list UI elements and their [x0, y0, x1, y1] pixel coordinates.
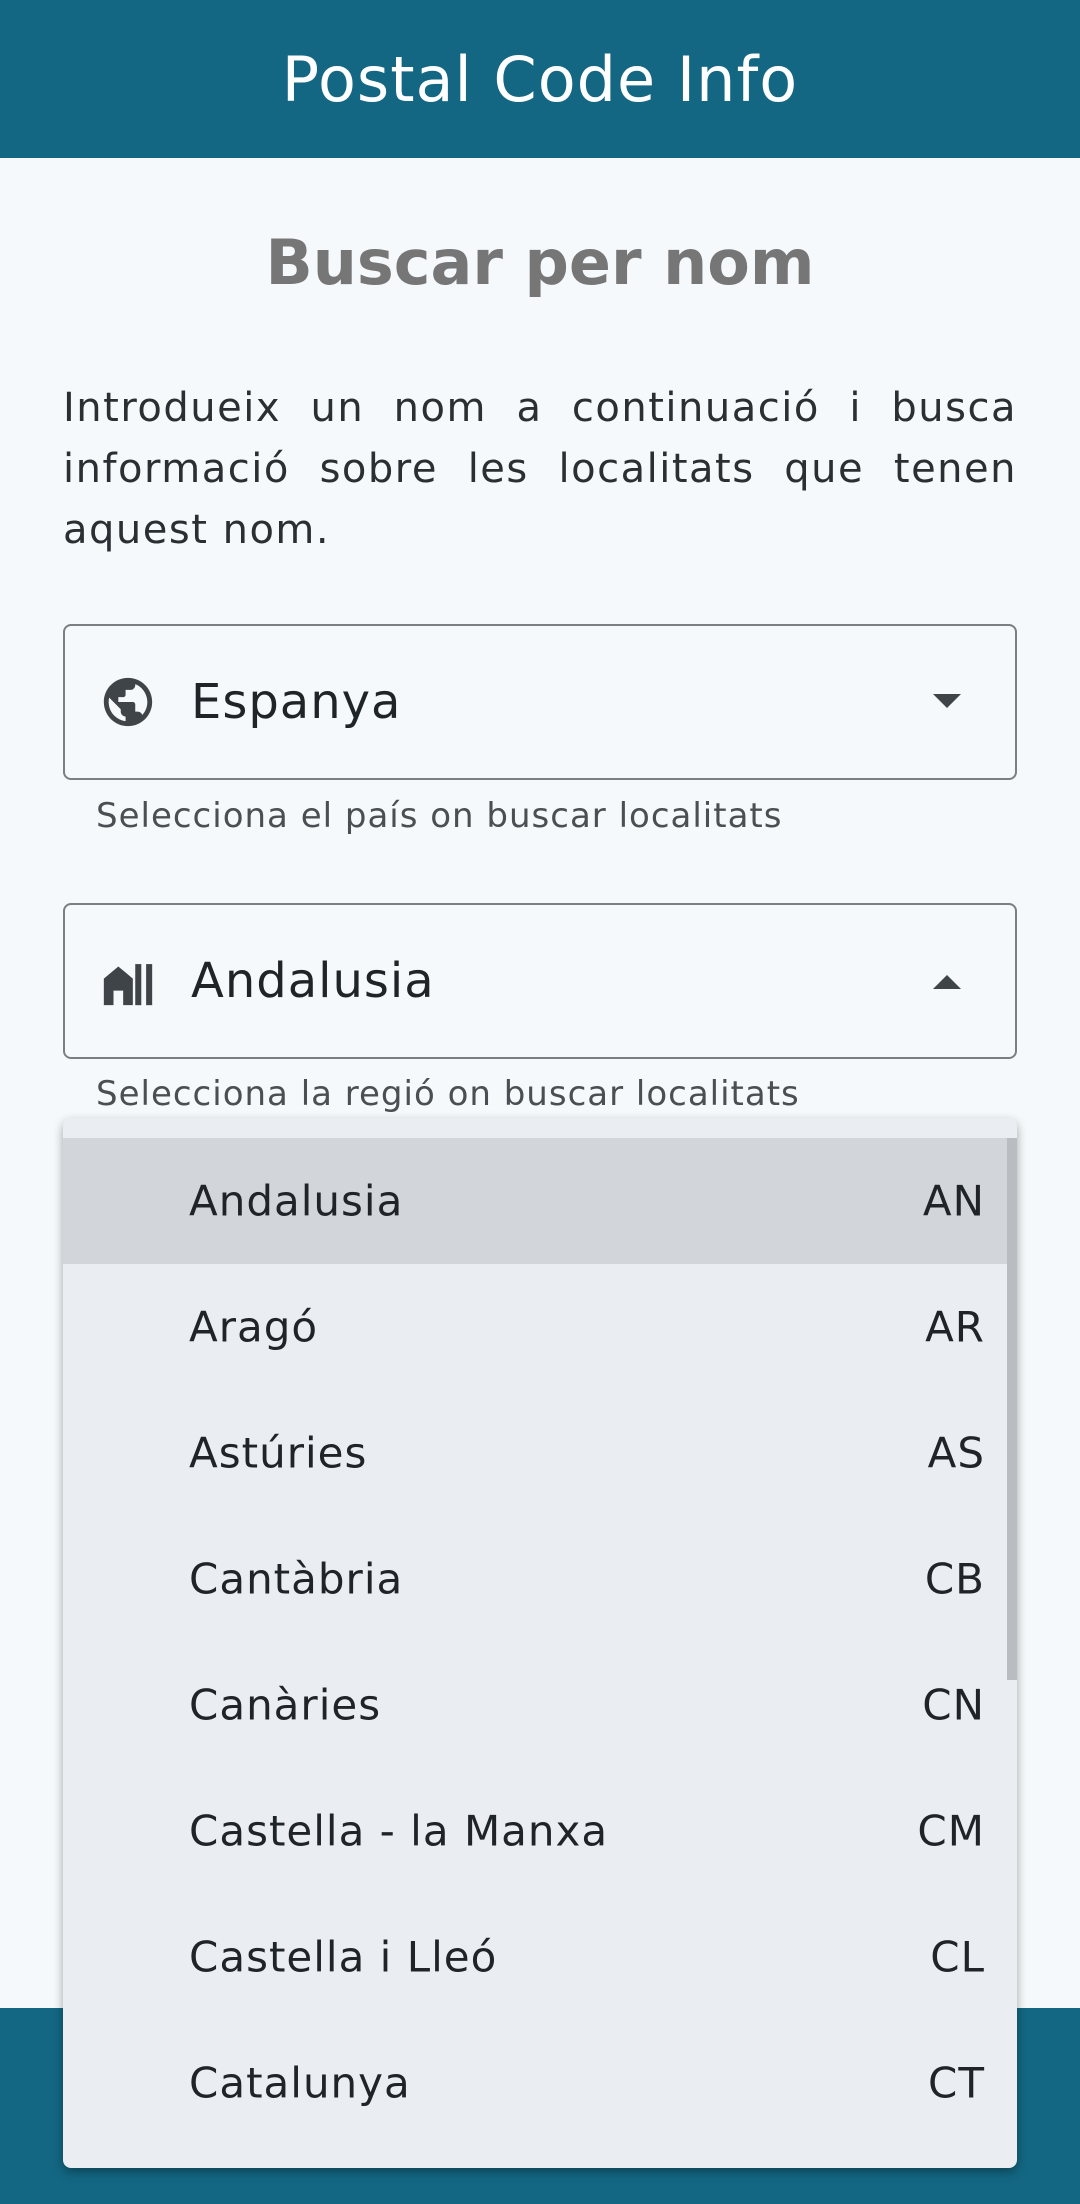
dropdown-scrollbar[interactable]	[1007, 1138, 1017, 1680]
dropdown-item-code: AR	[925, 1302, 985, 1352]
dropdown-item-code: CN	[922, 1680, 985, 1730]
country-helper-text: Selecciona el país on buscar localitats	[96, 796, 783, 836]
dropdown-item-name: Catalunya	[189, 2058, 411, 2108]
region-helper-text: Selecciona la regió on buscar localitats	[96, 1074, 800, 1114]
app-title: Postal Code Info	[281, 42, 799, 116]
dropdown-item-castella-i-lleo[interactable]: Castella i Lleó CL	[63, 1894, 1007, 2020]
dropdown-item-name: Castella - la Manxa	[189, 1806, 609, 1856]
dropdown-item-code: CT	[928, 2058, 985, 2108]
region-select[interactable]: Andalusia	[63, 903, 1017, 1059]
dropdown-item-name: Canàries	[189, 1680, 382, 1730]
country-select-value: Espanya	[191, 674, 402, 730]
dropdown-item-catalunya[interactable]: Catalunya CT	[63, 2020, 1007, 2146]
dropdown-item-name: Aragó	[189, 1302, 319, 1352]
dropdown-item-code: CM	[917, 1806, 985, 1856]
country-select[interactable]: Espanya	[63, 624, 1017, 780]
region-select-value: Andalusia	[191, 953, 435, 1009]
dropdown-item-andalusia[interactable]: Andalusia AN	[63, 1138, 1007, 1264]
dropdown-arrow-up-icon	[933, 975, 961, 989]
page-title: Buscar per nom	[265, 226, 815, 299]
dropdown-item-code: AN	[922, 1176, 985, 1226]
dropdown-item-code: AS	[927, 1428, 985, 1478]
dropdown-item-castella-la-manxa[interactable]: Castella - la Manxa CM	[63, 1768, 1007, 1894]
dropdown-item-cantabria[interactable]: Cantàbria CB	[63, 1516, 1007, 1642]
dropdown-item-name: Castella i Lleó	[189, 1932, 498, 1982]
region-dropdown-menu: Andalusia AN Aragó AR Astúries AS Cantàb…	[63, 1118, 1017, 2168]
dropdown-item-asturies[interactable]: Astúries AS	[63, 1390, 1007, 1516]
dropdown-item-name: Andalusia	[189, 1176, 404, 1226]
dropdown-item-canaries[interactable]: Canàries CN	[63, 1642, 1007, 1768]
dropdown-item-arago[interactable]: Aragó AR	[63, 1264, 1007, 1390]
dropdown-item-name: Astúries	[189, 1428, 368, 1478]
dropdown-item-code: CL	[930, 1932, 985, 1982]
dropdown-arrow-icon	[933, 694, 961, 708]
app-bar: Postal Code Info	[0, 0, 1080, 158]
dropdown-item-code: CB	[924, 1554, 985, 1604]
dropdown-item-name: Cantàbria	[189, 1554, 404, 1604]
buildings-icon	[103, 964, 153, 1006]
intro-text: Introdueix un nom a continuació i busca …	[63, 385, 1017, 553]
globe-icon	[103, 677, 153, 727]
